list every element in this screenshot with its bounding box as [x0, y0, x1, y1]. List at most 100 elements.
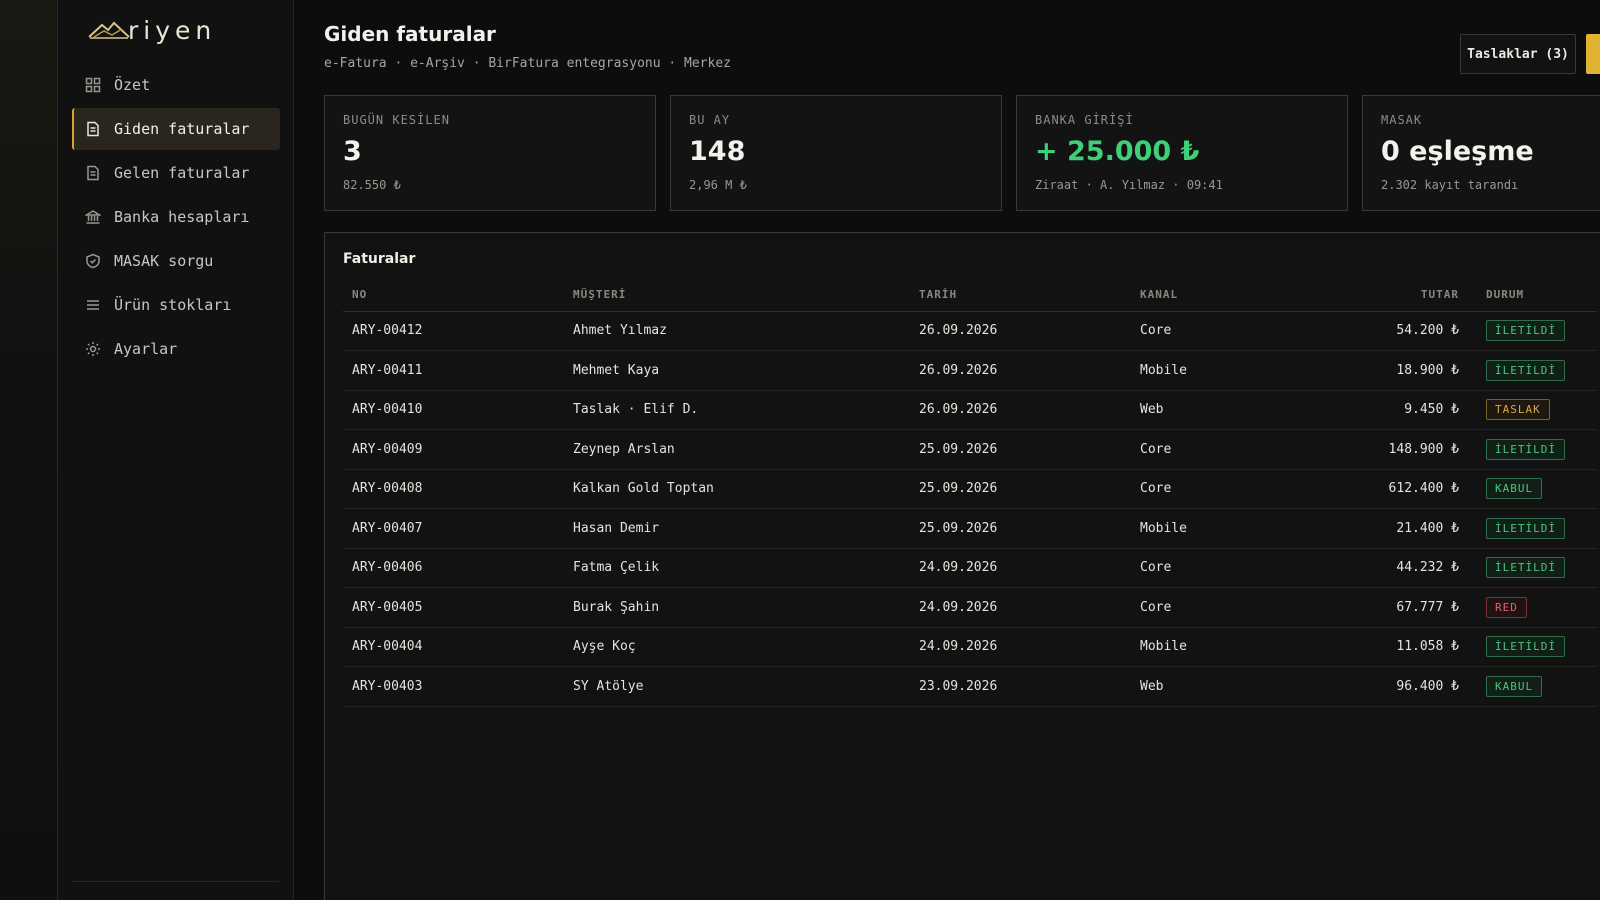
invoice-date: 26.09.2026	[910, 350, 1131, 391]
invoice-no: ARY-00404	[343, 627, 564, 667]
invoice-date: 24.09.2026	[910, 627, 1131, 667]
sidebar-item-ozet[interactable]: Özet	[72, 64, 280, 106]
status-badge: KABUL	[1486, 478, 1543, 500]
column-header-status[interactable]: DURUM	[1477, 279, 1597, 312]
invoice-date: 23.09.2026	[910, 666, 1131, 707]
stat-label: BU AY	[689, 113, 731, 127]
sidebar-item-label: MASAK sorgu	[114, 252, 214, 270]
document-icon	[84, 120, 102, 138]
stat-sub: Ziraat · A. Yılmaz · 09:41	[1035, 178, 1223, 192]
invoice-date: 25.09.2026	[910, 508, 1131, 549]
column-header-amount[interactable]: TUTAR	[1291, 279, 1477, 312]
invoice-date: 26.09.2026	[910, 311, 1131, 351]
new-invoice-button[interactable]	[1586, 34, 1600, 74]
status-cell: KABUL	[1477, 666, 1597, 707]
sidebar-item-giden-faturalar[interactable]: Giden faturalar	[72, 108, 280, 150]
page-title: Giden faturalar	[324, 22, 496, 46]
sidebar: riyen Özet Giden faturalar Gelen fatural…	[58, 0, 294, 900]
status-cell: İLETİLDİ	[1477, 548, 1597, 588]
status-badge: İLETİLDİ	[1486, 320, 1565, 342]
channel: Core	[1131, 548, 1291, 588]
brand-logo[interactable]: riyen	[88, 14, 268, 46]
table-row[interactable]: ARY-00412 Ahmet Yılmaz 26.09.2026 Core 54.20…	[343, 311, 1597, 351]
status-cell: TASLAK	[1477, 390, 1597, 430]
stat-card-today: BUGÜN KESİLEN 3 82.550 ₺	[324, 95, 656, 211]
customer-name: SY Atölye	[564, 666, 910, 707]
invoice-date: 26.09.2026	[910, 390, 1131, 430]
drafts-button[interactable]: Taslaklar (3)	[1460, 34, 1576, 74]
page-subtitle: e-Fatura · e-Arşiv · BirFatura entegrasy…	[324, 56, 731, 71]
customer-name: Kalkan Gold Toptan	[564, 469, 910, 509]
channel: Mobile	[1131, 350, 1291, 391]
invoices-table: NO MÜŞTERİ TARİH KANAL TUTAR DURUM ARY-0…	[343, 279, 1597, 707]
list-icon	[84, 296, 102, 314]
status-cell: KABUL	[1477, 469, 1597, 509]
mountain-logo-icon	[88, 21, 130, 39]
panel-title: Faturalar	[343, 251, 416, 267]
document-icon	[84, 164, 102, 182]
table-row[interactable]: ARY-00408 Kalkan Gold Toptan 25.09.2026 Cor…	[343, 469, 1597, 509]
customer-name: Zeynep Arslan	[564, 429, 910, 470]
channel: Mobile	[1131, 627, 1291, 667]
table-header-row: NO MÜŞTERİ TARİH KANAL TUTAR DURUM	[343, 279, 1597, 312]
invoice-no: ARY-00412	[343, 311, 564, 351]
column-header-no[interactable]: NO	[343, 279, 564, 312]
customer-name: Fatma Çelik	[564, 548, 910, 588]
table-row[interactable]: ARY-00406 Fatma Çelik 24.09.2026 Core 44.232…	[343, 548, 1597, 588]
stat-value: + 25.000 ₺	[1035, 136, 1200, 167]
bank-icon	[84, 208, 102, 226]
stat-sub: 82.550 ₺	[343, 178, 401, 192]
sidebar-item-banka-hesaplari[interactable]: Banka hesapları	[72, 196, 280, 238]
sidebar-item-ayarlar[interactable]: Ayarlar	[72, 328, 280, 370]
sidebar-nav: Özet Giden faturalar Gelen faturalar Ban…	[72, 64, 280, 372]
sidebar-item-gelen-faturalar[interactable]: Gelen faturalar	[72, 152, 280, 194]
sidebar-item-urun-stoklari[interactable]: Ürün stokları	[72, 284, 280, 326]
status-cell: RED	[1477, 587, 1597, 628]
gear-icon	[84, 340, 102, 358]
status-badge: İLETİLDİ	[1486, 557, 1565, 579]
table-row[interactable]: ARY-00404 Ayşe Koç 24.09.2026 Mobile 11.058 …	[343, 627, 1597, 667]
column-header-channel[interactable]: KANAL	[1131, 279, 1291, 312]
table-row[interactable]: ARY-00403 SY Atölye 23.09.2026 Web 96.400 ₺ K…	[343, 666, 1597, 707]
stat-sub: 2,96 M ₺	[689, 178, 747, 192]
invoice-no: ARY-00405	[343, 587, 564, 628]
invoice-date: 25.09.2026	[910, 429, 1131, 470]
channel: Mobile	[1131, 508, 1291, 549]
channel: Core	[1131, 311, 1291, 351]
amount: 11.058 ₺	[1291, 627, 1477, 667]
shield-icon	[84, 252, 102, 270]
table-row[interactable]: ARY-00407 Hasan Demir 25.09.2026 Mobile 21.4…	[343, 508, 1597, 549]
amount: 9.450 ₺	[1291, 390, 1477, 430]
sidebar-item-masak-sorgu[interactable]: MASAK sorgu	[72, 240, 280, 282]
column-header-customer[interactable]: MÜŞTERİ	[564, 279, 910, 312]
table-row[interactable]: ARY-00410 Taslak · Elif D. 26.09.2026 Web 9.…	[343, 390, 1597, 430]
stat-label: MASAK	[1381, 113, 1423, 127]
invoice-no: ARY-00407	[343, 508, 564, 549]
table-row[interactable]: ARY-00405 Burak Şahin 24.09.2026 Core 67.777…	[343, 587, 1597, 628]
amount: 148.900 ₺	[1291, 429, 1477, 470]
customer-name: Hasan Demir	[564, 508, 910, 549]
table-row[interactable]: ARY-00411 Mehmet Kaya 26.09.2026 Mobile 18.9…	[343, 350, 1597, 391]
sidebar-item-label: Ayarlar	[114, 340, 178, 358]
sidebar-divider	[72, 881, 279, 882]
invoice-no: ARY-00410	[343, 390, 564, 430]
window-edge	[0, 0, 58, 900]
sidebar-item-label: Banka hesapları	[114, 208, 250, 226]
invoice-no: ARY-00411	[343, 350, 564, 391]
table-row[interactable]: ARY-00409 Zeynep Arslan 25.09.2026 Core 148.…	[343, 429, 1597, 470]
invoice-date: 24.09.2026	[910, 587, 1131, 628]
column-header-date[interactable]: TARİH	[910, 279, 1131, 312]
invoice-no: ARY-00409	[343, 429, 564, 470]
stat-label: BUGÜN KESİLEN	[343, 113, 450, 127]
amount: 18.900 ₺	[1291, 350, 1477, 391]
customer-name: Ayşe Koç	[564, 627, 910, 667]
stat-value: 3	[343, 136, 362, 167]
channel: Core	[1131, 469, 1291, 509]
channel: Web	[1131, 390, 1291, 430]
status-badge: İLETİLDİ	[1486, 359, 1565, 381]
status-badge: TASLAK	[1486, 399, 1550, 421]
stat-label: BANKA GİRİŞİ	[1035, 113, 1134, 127]
sidebar-item-label: Gelen faturalar	[114, 164, 250, 182]
status-cell: İLETİLDİ	[1477, 508, 1597, 549]
status-badge: İLETİLDİ	[1486, 517, 1565, 539]
